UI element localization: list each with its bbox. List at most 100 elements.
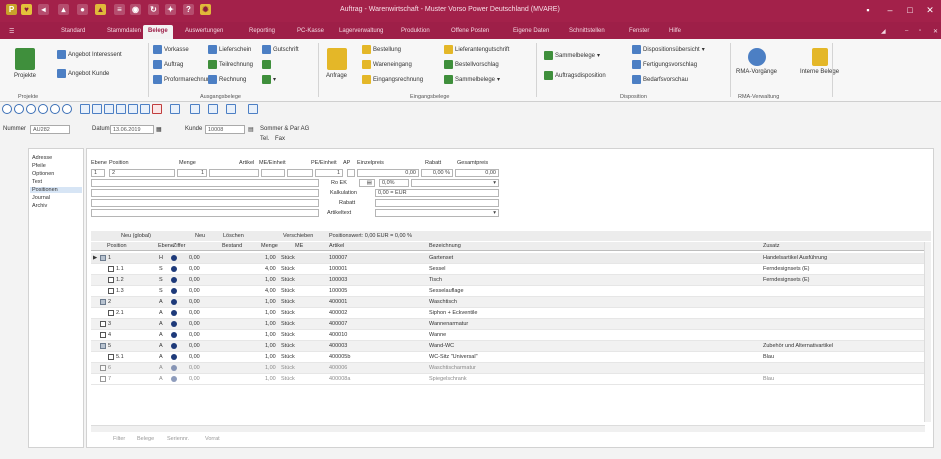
menu-fenster[interactable]: Fenster — [624, 25, 654, 39]
mdi-restore-button[interactable]: ▫ — [914, 25, 926, 39]
menu-pc-kasse[interactable]: PC-Kasse — [292, 25, 329, 39]
auftrag-button[interactable]: Auftrag — [153, 60, 183, 69]
tab-filter[interactable]: Filter — [113, 436, 125, 442]
angebot-interessent-button[interactable]: Angebot Interessent — [57, 50, 122, 59]
verschieben-button[interactable]: Verschieben — [283, 233, 313, 239]
text-field-1[interactable] — [91, 179, 319, 187]
nav-search-icon[interactable] — [62, 104, 72, 114]
table-row[interactable]: 4 A 0,00 1,00 Stück 400010 Wanne — [91, 330, 925, 341]
sun-icon[interactable]: ✹ — [200, 4, 211, 15]
minimize-icon[interactable]: – — [880, 3, 900, 18]
text-field-4[interactable] — [91, 209, 319, 217]
menu-lagerverwaltung[interactable]: Lagerverwaltung — [334, 25, 388, 39]
sammelbelege-eingang-button[interactable]: Sammelbelege ▾ — [444, 75, 500, 84]
ro-ek-extra[interactable]: ▾ — [411, 179, 499, 187]
pe-input[interactable] — [287, 169, 313, 177]
col-position[interactable]: Position — [107, 243, 127, 249]
refresh-icon[interactable]: ↻ — [148, 4, 159, 15]
teilrechnung-button[interactable]: Teilrechnung — [208, 60, 253, 69]
tab-belege[interactable]: Belege — [137, 436, 154, 442]
gutschrift-button[interactable]: Gutschrift — [262, 45, 299, 54]
preis-einheit-input[interactable]: 1 — [315, 169, 343, 177]
table-row[interactable]: 2.1 A 0,00 1,00 Stück 400002 Siphon + Ec… — [91, 308, 925, 319]
wareneingang-button[interactable]: Wareneingang — [362, 60, 412, 69]
bedarfsvorschau-button[interactable]: Bedarfsvorschau — [632, 75, 688, 84]
eingangsrechnung-button[interactable]: Eingangsrechnung — [362, 75, 423, 84]
table-row[interactable]: 5.1 A 0,00 1,00 Stück 400005b WC-Sitz "U… — [91, 352, 925, 363]
tab-vorrat[interactable]: Vorrat — [205, 436, 220, 442]
record-icon[interactable]: ◉ — [130, 4, 141, 15]
table-row[interactable]: ▶ 1 H 0,00 1,00 Stück 100007 Gartenset H… — [91, 253, 925, 264]
me-input[interactable] — [261, 169, 285, 177]
nav-next-icon[interactable] — [26, 104, 36, 114]
menu-belege[interactable]: Belege — [143, 25, 173, 39]
ro-ek-value[interactable]: 0,0% — [379, 179, 409, 187]
col-bestand[interactable]: Bestand — [222, 243, 242, 249]
menu-reporting[interactable]: Reporting — [244, 25, 280, 39]
maximize-button[interactable]: □ — [900, 3, 920, 18]
help-icon[interactable]: ? — [183, 4, 194, 15]
table-row[interactable]: 6 A 0,00 1,00 Stück 400006 Waschtischarm… — [91, 363, 925, 374]
table-row[interactable]: 2 A 0,00 1,00 Stück 400001 Waschtisch — [91, 297, 925, 308]
filter-icon[interactable] — [190, 104, 200, 114]
up-icon[interactable]: ▴ — [58, 4, 69, 15]
menu-standard[interactable]: Standard — [56, 25, 90, 39]
menu-produktion[interactable]: Produktion — [396, 25, 435, 39]
minimize-button[interactable]: ▪ — [858, 3, 878, 18]
einzelpreis-input[interactable]: 0,00 — [357, 169, 419, 177]
vertical-scrollbar[interactable] — [924, 242, 931, 422]
sort-icon[interactable]: ≡ — [114, 4, 125, 15]
menu-schnittstellen[interactable]: Schnittstellen — [564, 25, 610, 39]
arrow-left-icon[interactable]: ◂ — [38, 4, 49, 15]
nav-item-journal[interactable]: Journal — [32, 195, 50, 201]
settings-icon[interactable]: ✦ — [165, 4, 176, 15]
nav-item-positionen[interactable]: Positionen — [30, 187, 82, 193]
table-row[interactable]: 7 A 0,00 1,00 Stück 400008a Spiegelschra… — [91, 374, 925, 385]
vorkasse-button[interactable]: Vorkasse — [153, 45, 189, 54]
kalkulation-value[interactable]: 0,00 = EUR — [375, 189, 499, 197]
ro-ek-icon[interactable]: ▤ — [359, 179, 375, 187]
auftragsdisposition-button[interactable]: Auftragsdisposition — [544, 71, 606, 80]
copy-icon[interactable] — [92, 104, 102, 114]
rabatt-input[interactable]: 0,00 % — [421, 169, 453, 177]
col-menge[interactable]: Menge — [261, 243, 278, 249]
lieferschein-button[interactable]: Lieferschein — [208, 45, 251, 54]
nav-first-icon[interactable] — [2, 104, 12, 114]
col-ziffer[interactable]: Ziffer — [173, 243, 185, 249]
col-artikel[interactable]: Artikel — [329, 243, 344, 249]
col-zusatz[interactable]: Zusatz — [763, 243, 780, 249]
horizontal-scrollbar[interactable] — [91, 425, 925, 432]
sort-icon[interactable] — [208, 104, 218, 114]
nav-item-text[interactable]: Text — [32, 179, 42, 185]
app-menu-button[interactable]: ☰ — [4, 25, 20, 39]
pointer-icon[interactable] — [170, 104, 180, 114]
nummer-field[interactable]: AU282 — [30, 125, 70, 134]
artikel-input[interactable] — [209, 169, 259, 177]
document-icon[interactable] — [104, 104, 114, 114]
menu-auswertungen[interactable]: Auswertungen — [180, 25, 228, 39]
kunde-field[interactable]: 10008 — [205, 125, 245, 134]
nav-last-icon[interactable] — [38, 104, 48, 114]
col-ebene[interactable]: Ebene — [158, 243, 174, 249]
rechnung-button[interactable]: Rechnung — [208, 75, 246, 84]
extra-button-2[interactable]: ▾ — [262, 75, 276, 84]
undo-icon[interactable] — [140, 104, 150, 114]
mdi-close-button[interactable]: ✕ — [928, 25, 941, 39]
ap-input[interactable] — [347, 169, 355, 177]
text-field-2[interactable] — [91, 189, 319, 197]
proformarechnung-button[interactable]: Proformarechnung — [153, 75, 214, 84]
menu-hilfe[interactable]: Hilfe — [664, 25, 686, 39]
close-button[interactable]: ✕ — [920, 3, 940, 18]
warning-icon[interactable]: ▲ — [95, 4, 106, 15]
bestellung-button[interactable]: Bestellung — [362, 45, 401, 54]
bestellvorschlag-button[interactable]: Bestellvorschlag — [444, 60, 499, 69]
table-row[interactable]: 5 A 0,00 1,00 Stück 400003 Wand-WC Zubeh… — [91, 341, 925, 352]
artikeltext-value[interactable]: ▾ — [375, 209, 499, 217]
menge-input[interactable]: 1 — [177, 169, 207, 177]
table-row[interactable]: 1.1 S 0,00 4,00 Stück 100001 Sessel Fern… — [91, 264, 925, 275]
menu-eigene-daten[interactable]: Eigene Daten — [508, 25, 554, 39]
nav-refresh-icon[interactable] — [50, 104, 60, 114]
interne-belege-button[interactable]: Interne Belege — [800, 48, 839, 75]
calendar-icon[interactable]: ▦ — [156, 126, 162, 133]
mail-icon[interactable] — [128, 104, 138, 114]
